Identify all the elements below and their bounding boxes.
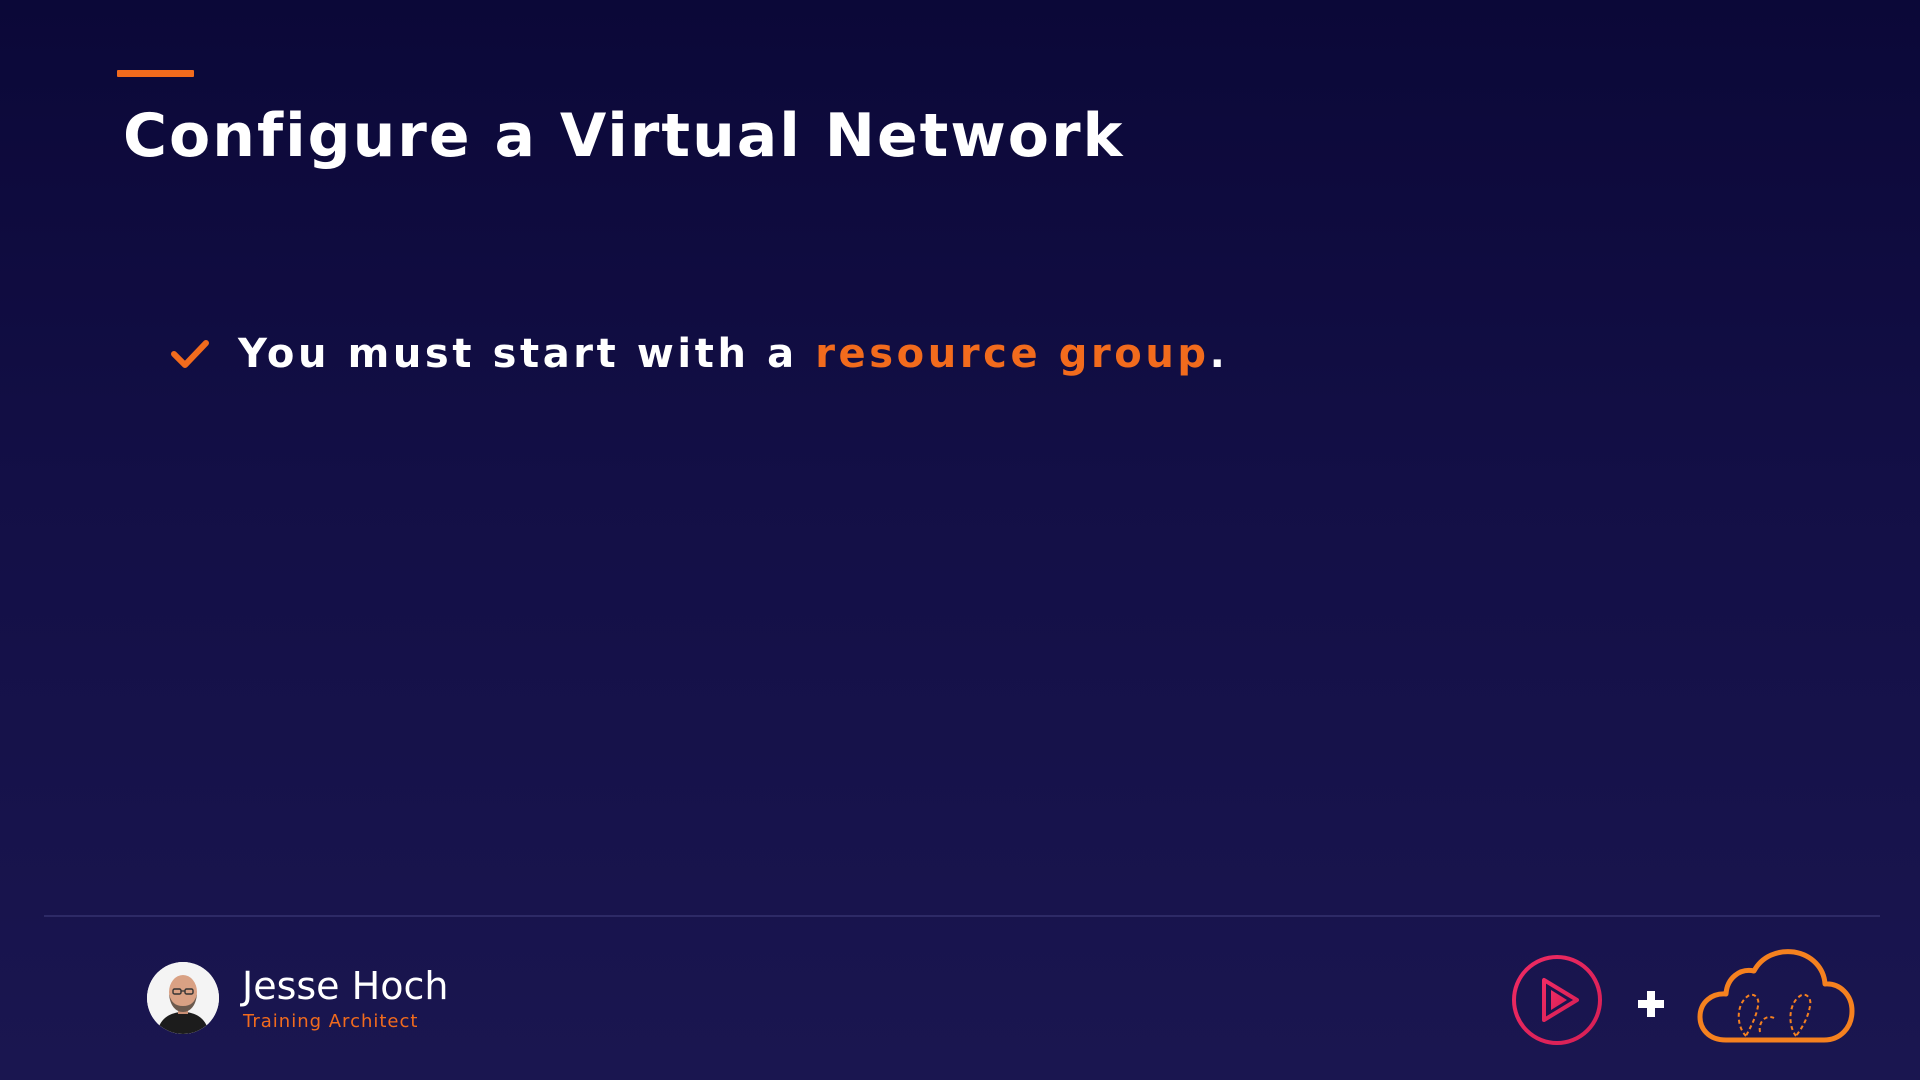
avatar-portrait-image bbox=[147, 962, 219, 1034]
bullet-text-after: . bbox=[1209, 331, 1229, 377]
presenter-role: Training Architect bbox=[243, 1011, 419, 1032]
presenter-avatar bbox=[147, 962, 219, 1034]
bullet-text: You must start with a resource group. bbox=[238, 326, 1228, 382]
bullet-text-before: You must start with a bbox=[238, 331, 816, 377]
footer-divider bbox=[44, 915, 1880, 917]
title-accent-bar bbox=[117, 70, 194, 77]
bullet-highlight: resource group bbox=[815, 331, 1210, 377]
presenter-name: Jesse Hoch bbox=[242, 964, 449, 1008]
cloud-logo-icon bbox=[1697, 949, 1855, 1043]
play-circle-logo-icon bbox=[1512, 955, 1602, 1045]
bullet-item: You must start with a resource group. bbox=[170, 326, 1228, 382]
checkmark-icon bbox=[171, 340, 209, 368]
slide-title: Configure a Virtual Network bbox=[123, 101, 1125, 171]
plus-icon bbox=[1638, 991, 1664, 1017]
